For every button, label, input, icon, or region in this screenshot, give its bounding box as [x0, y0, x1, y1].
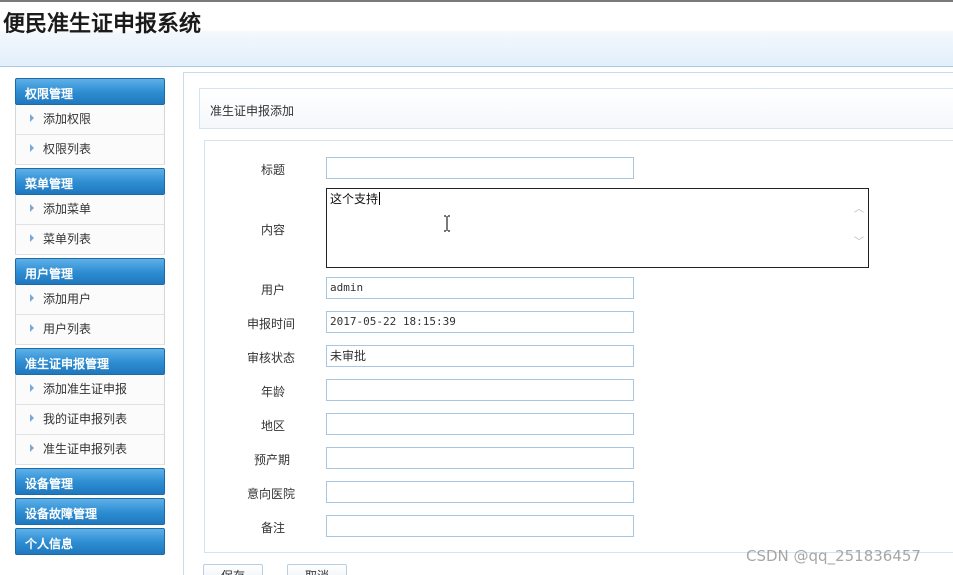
page: 便民准生证申报系统 权限管理 添加权限 权限列表 菜单管理 添加菜单 菜单列表 … — [0, 0, 953, 575]
apply-time-input[interactable]: 2017-05-22 18:15:39 — [326, 311, 634, 333]
sidebar-group-permit-apply[interactable]: 准生证申报管理 — [15, 348, 165, 375]
title-input[interactable] — [326, 157, 634, 179]
sidebar-item-add-menu[interactable]: 添加菜单 — [15, 195, 165, 225]
sidebar-item-label: 我的证申报列表 — [43, 412, 128, 426]
content-text: 这个支持 — [330, 192, 381, 206]
page-title: 准生证申报添加 — [210, 104, 295, 118]
sidebar-item-my-permit-list[interactable]: 我的证申报列表 — [15, 405, 165, 435]
sidebar-item-label: 添加用户 — [43, 292, 92, 306]
scroll-up-icon[interactable]: ︿ — [853, 204, 865, 216]
app-title: 便民准生证申报系统 — [3, 12, 202, 37]
cancel-button[interactable]: 取消 — [287, 564, 347, 575]
sidebar-item-permission-list[interactable]: 权限列表 — [15, 135, 165, 165]
sidebar-item-user-list[interactable]: 用户列表 — [15, 315, 165, 345]
hospital-label: 意向医院 — [246, 487, 295, 501]
review-status-input[interactable]: 未审批 — [326, 345, 634, 367]
sidebar-item-permit-list[interactable]: 准生证申报列表 — [15, 435, 165, 465]
sidebar-group-device-fault[interactable]: 设备故障管理 — [15, 498, 165, 525]
header-top-line — [0, 0, 953, 2]
caret-right-icon — [30, 384, 34, 392]
apply-time-label: 申报时间 — [246, 317, 295, 331]
sidebar-item-label: 添加权限 — [43, 112, 92, 126]
text-cursor-icon — [444, 215, 450, 232]
sidebar-item-label: 添加准生证申报 — [43, 382, 128, 396]
sidebar-group-menu[interactable]: 菜单管理 — [15, 168, 165, 195]
caret-right-icon — [30, 144, 34, 152]
text-caret — [379, 192, 381, 205]
hospital-input[interactable] — [326, 481, 634, 503]
header-bar: 便民准生证申报系统 — [0, 0, 953, 67]
sidebar-group-permission[interactable]: 权限管理 — [15, 78, 165, 105]
watermark: CSDN @qq_251836457 — [746, 547, 921, 565]
caret-right-icon — [30, 294, 34, 302]
user-input[interactable]: admin — [326, 277, 634, 299]
sidebar-group-device[interactable]: 设备管理 — [15, 468, 165, 495]
due-date-label: 预产期 — [253, 453, 290, 467]
sidebar-item-menu-list[interactable]: 菜单列表 — [15, 225, 165, 255]
sidebar-item-label: 菜单列表 — [43, 232, 92, 246]
sidebar-item-label: 用户列表 — [43, 322, 92, 336]
age-label: 年龄 — [260, 385, 285, 399]
sidebar-item-add-user[interactable]: 添加用户 — [15, 285, 165, 315]
caret-right-icon — [30, 444, 34, 452]
content-label: 内容 — [260, 223, 285, 237]
user-label: 用户 — [260, 283, 285, 297]
sidebar-group-profile[interactable]: 个人信息 — [15, 528, 165, 555]
caret-right-icon — [30, 414, 34, 422]
sidebar-item-label: 准生证申报列表 — [43, 442, 128, 456]
sidebar-item-label: 权限列表 — [43, 142, 92, 156]
caret-right-icon — [30, 204, 34, 212]
region-input[interactable] — [326, 413, 634, 435]
caret-right-icon — [30, 114, 34, 122]
sidebar-item-add-permit[interactable]: 添加准生证申报 — [15, 375, 165, 405]
region-label: 地区 — [260, 419, 285, 433]
caret-right-icon — [30, 324, 34, 332]
sidebar-item-label: 添加菜单 — [43, 202, 92, 216]
sidebar-item-add-permission[interactable]: 添加权限 — [15, 105, 165, 135]
sidebar-group-user[interactable]: 用户管理 — [15, 258, 165, 285]
scroll-down-icon[interactable]: ﹀ — [853, 237, 865, 249]
sidebar: 权限管理 添加权限 权限列表 菜单管理 添加菜单 菜单列表 用户管理 添加用户 … — [15, 78, 165, 555]
breadcrumb: 准生证申报添加 — [199, 88, 953, 129]
caret-right-icon — [30, 234, 34, 242]
content-textarea[interactable]: 这个支持 ︿ ﹀ — [326, 188, 869, 268]
due-date-input[interactable] — [326, 447, 634, 469]
title-label: 标题 — [260, 163, 285, 177]
save-button[interactable]: 保存 — [203, 564, 263, 575]
review-status-label: 审核状态 — [246, 351, 295, 365]
remark-label: 备注 — [260, 521, 285, 535]
age-input[interactable] — [326, 379, 634, 401]
remark-input[interactable] — [326, 515, 634, 537]
